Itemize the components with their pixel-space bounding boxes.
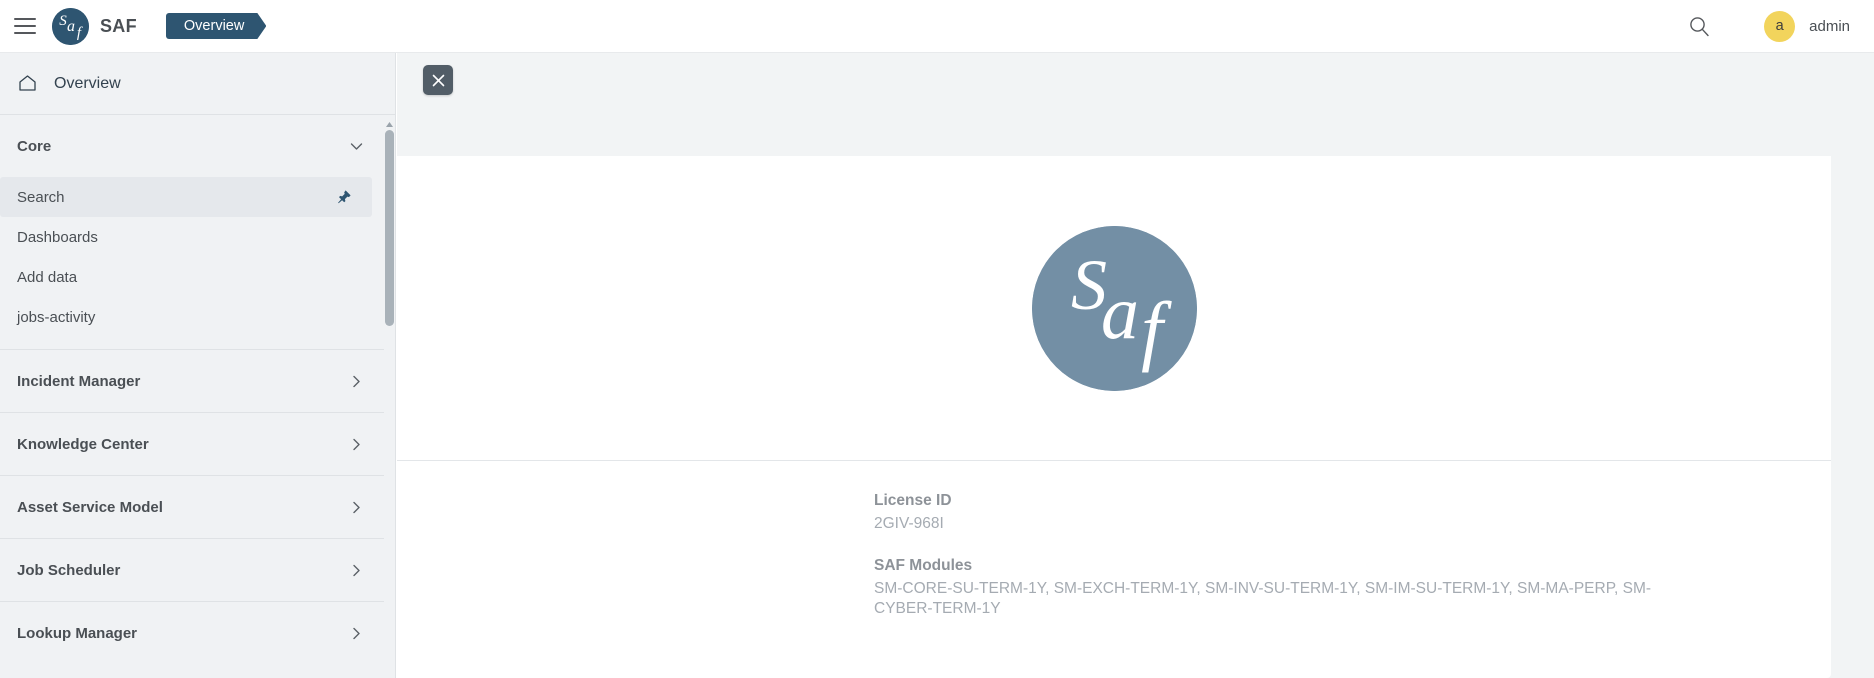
saf-modules-group: SAF Modules SM-CORE-SU-TERM-1Y, SM-EXCH-… bbox=[874, 557, 1831, 618]
sidebar-section-asset-service-model[interactable]: Asset Service Model bbox=[0, 476, 395, 538]
chevron-right-icon bbox=[348, 436, 365, 453]
sidebar-item-add-data[interactable]: Add data bbox=[0, 257, 395, 297]
sidebar-scrollbar-thumb[interactable] bbox=[385, 130, 394, 326]
svg-text:a: a bbox=[1101, 271, 1139, 355]
sidebar-item-dashboards-label: Dashboards bbox=[17, 228, 98, 246]
sidebar-section-core-title: Core bbox=[17, 137, 52, 155]
sidebar-section-job-scheduler[interactable]: Job Scheduler bbox=[0, 539, 395, 601]
sidebar-section-incident-manager-title: Incident Manager bbox=[17, 372, 141, 390]
tab-overview-label: Overview bbox=[183, 18, 245, 34]
sidebar-core-items: Search Dashboards Add data jobs-activity bbox=[0, 177, 395, 349]
license-details: License ID 2GIV-968I SAF Modules SM-CORE… bbox=[397, 461, 1831, 618]
sidebar-item-overview[interactable]: Overview bbox=[0, 53, 395, 115]
sidebar-section-job-scheduler-title: Job Scheduler bbox=[17, 561, 121, 579]
license-info-card: S a f License ID 2GIV-968I SAF Modules S… bbox=[397, 156, 1831, 678]
sidebar-nav-scroll-area: Core Search Dashboards Add data jobs-act… bbox=[0, 115, 395, 678]
hamburger-line bbox=[14, 32, 36, 34]
chevron-right-icon bbox=[348, 562, 365, 579]
main-content-area: S a f License ID 2GIV-968I SAF Modules S… bbox=[397, 53, 1874, 678]
svg-text:a: a bbox=[67, 18, 75, 35]
header-right-group: a admin bbox=[1688, 10, 1874, 42]
sidebar-item-add-data-label: Add data bbox=[17, 268, 78, 286]
pin-icon[interactable] bbox=[336, 189, 352, 205]
card-logo-area: S a f bbox=[397, 156, 1831, 460]
home-icon bbox=[17, 73, 38, 94]
license-id-group: License ID 2GIV-968I bbox=[874, 492, 1831, 533]
sidebar-section-core[interactable]: Core bbox=[0, 115, 395, 177]
sidebar-section-asset-service-model-title: Asset Service Model bbox=[17, 498, 163, 516]
close-button[interactable] bbox=[423, 65, 453, 95]
saf-modules-label: SAF Modules bbox=[874, 557, 973, 575]
sidebar-overview-label: Overview bbox=[54, 74, 121, 92]
sidebar-section-knowledge-center[interactable]: Knowledge Center bbox=[0, 413, 395, 475]
close-icon bbox=[432, 74, 444, 86]
brand-logo-link[interactable]: S a f SAF bbox=[52, 7, 137, 45]
sidebar-section-lookup-manager[interactable]: Lookup Manager bbox=[0, 602, 395, 664]
hamburger-line bbox=[14, 25, 36, 27]
saf-modules-value: SM-CORE-SU-TERM-1Y, SM-EXCH-TERM-1Y, SM-… bbox=[874, 580, 1652, 617]
hamburger-line bbox=[14, 18, 36, 20]
chevron-right-icon bbox=[348, 373, 365, 390]
tab-overview[interactable]: Overview bbox=[166, 13, 266, 39]
saf-logo-icon: S a f bbox=[52, 7, 89, 45]
sidebar-item-jobs-activity[interactable]: jobs-activity bbox=[0, 297, 395, 337]
saf-large-logo-icon: S a f bbox=[1031, 225, 1197, 391]
chevron-down-icon bbox=[348, 138, 365, 155]
sidebar-section-knowledge-center-title: Knowledge Center bbox=[17, 435, 149, 453]
sidebar-item-jobs-activity-label: jobs-activity bbox=[17, 308, 96, 326]
avatar-initial: a bbox=[1775, 18, 1784, 34]
hamburger-menu-icon[interactable] bbox=[14, 18, 36, 34]
sidebar-section-incident-manager[interactable]: Incident Manager bbox=[0, 350, 395, 412]
search-icon[interactable] bbox=[1688, 15, 1710, 37]
sidebar-item-search-label: Search bbox=[17, 188, 65, 206]
avatar[interactable]: a bbox=[1764, 10, 1796, 42]
license-id-label: License ID bbox=[874, 492, 952, 509]
sidebar-scrollbar[interactable] bbox=[384, 116, 395, 668]
chevron-right-icon bbox=[348, 625, 365, 642]
scroll-up-arrow-icon[interactable] bbox=[385, 116, 394, 127]
sidebar-section-lookup-manager-title: Lookup Manager bbox=[17, 624, 138, 642]
sidebar: Overview Core Search Dashboards Add data… bbox=[0, 53, 396, 678]
license-id-value: 2GIV-968I bbox=[874, 515, 944, 532]
username-label[interactable]: admin bbox=[1809, 18, 1850, 35]
brand-name: SAF bbox=[100, 15, 137, 36]
sidebar-item-search[interactable]: Search bbox=[0, 177, 372, 217]
sidebar-item-dashboards[interactable]: Dashboards bbox=[0, 217, 395, 257]
top-header-bar: S a f SAF Overview a admin bbox=[0, 0, 1874, 53]
chevron-right-icon bbox=[348, 499, 365, 516]
